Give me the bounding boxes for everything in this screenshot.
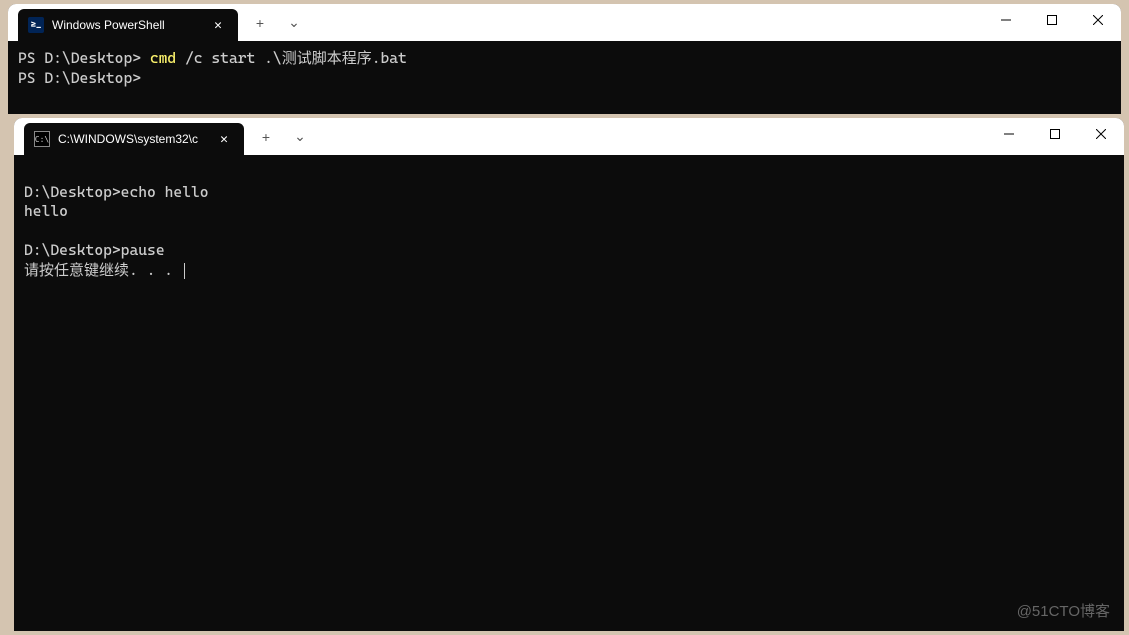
- close-window-button[interactable]: [1078, 118, 1124, 150]
- command-literal: cmd: [150, 49, 176, 67]
- output-line: D:\Desktop>pause: [24, 241, 165, 259]
- minimize-button[interactable]: [986, 118, 1032, 150]
- output-line: 请按任意键继续. . .: [24, 261, 182, 279]
- minimize-button[interactable]: [983, 4, 1029, 36]
- prompt: PS D:\Desktop>: [18, 49, 150, 67]
- titlebar: ≥_ Windows PowerShell ✕ + ⌄: [8, 4, 1121, 41]
- close-window-button[interactable]: [1075, 4, 1121, 36]
- cmd-window: C:\ C:\WINDOWS\system32\c ✕ + ⌄ D:\Deskt…: [14, 118, 1124, 631]
- tab-close-button[interactable]: ✕: [208, 15, 228, 35]
- terminal-content[interactable]: PS D:\Desktop> cmd /c start .\测试脚本程序.bat…: [8, 41, 1121, 114]
- output-line: hello: [24, 202, 68, 220]
- watermark: @51CTO博客: [1017, 600, 1110, 621]
- tab-close-button[interactable]: ✕: [214, 129, 234, 149]
- tab-title: Windows PowerShell: [52, 18, 200, 32]
- window-controls: [983, 4, 1121, 36]
- tab-actions: + ⌄: [238, 4, 310, 41]
- output-line: D:\Desktop>echo hello: [24, 183, 209, 201]
- titlebar: C:\ C:\WINDOWS\system32\c ✕ + ⌄: [14, 118, 1124, 155]
- tab-actions: + ⌄: [244, 118, 316, 155]
- tab-cmd[interactable]: C:\ C:\WINDOWS\system32\c ✕: [24, 123, 244, 155]
- new-tab-button[interactable]: +: [250, 121, 282, 153]
- window-controls: [986, 118, 1124, 150]
- cmd-icon: C:\: [34, 131, 50, 147]
- maximize-button[interactable]: [1032, 118, 1078, 150]
- powershell-window: ≥_ Windows PowerShell ✕ + ⌄ PS D:\Deskto…: [8, 4, 1121, 114]
- maximize-button[interactable]: [1029, 4, 1075, 36]
- tab-dropdown-button[interactable]: ⌄: [278, 7, 310, 39]
- tab-title: C:\WINDOWS\system32\c: [58, 132, 206, 146]
- cursor: [184, 263, 185, 279]
- tab-powershell[interactable]: ≥_ Windows PowerShell ✕: [18, 9, 238, 41]
- terminal-content[interactable]: D:\Desktop>echo hello hello D:\Desktop>p…: [14, 155, 1124, 631]
- powershell-icon: ≥_: [28, 17, 44, 33]
- prompt: PS D:\Desktop>: [18, 69, 141, 87]
- new-tab-button[interactable]: +: [244, 7, 276, 39]
- tab-dropdown-button[interactable]: ⌄: [284, 121, 316, 153]
- command-args: /c start .\测试脚本程序.bat: [176, 49, 407, 67]
